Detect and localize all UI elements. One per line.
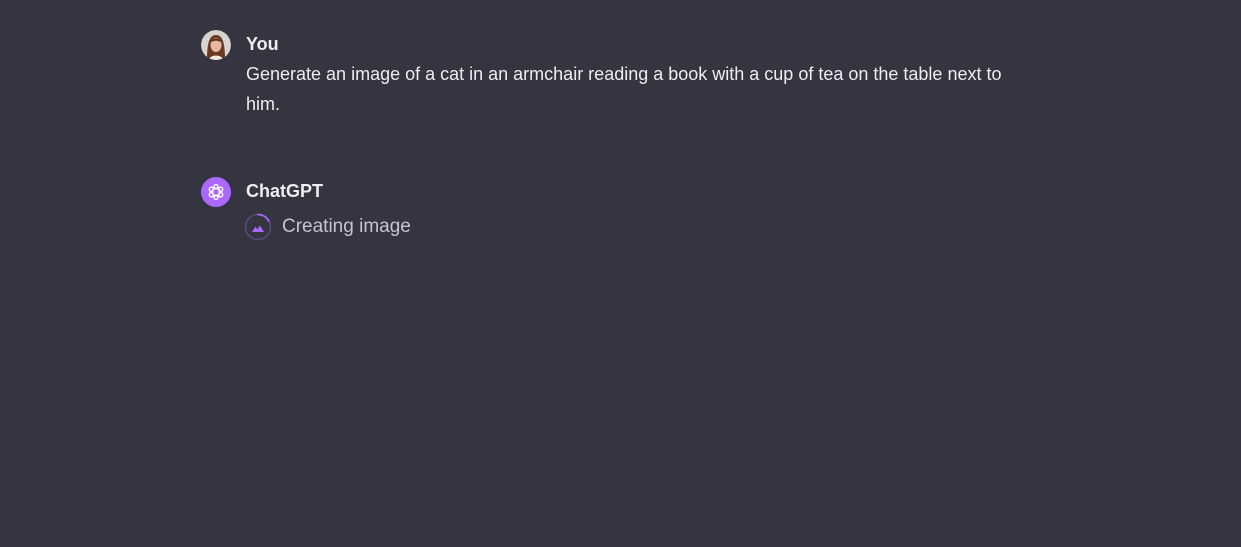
assistant-avatar <box>201 177 231 207</box>
user-avatar <box>201 30 231 60</box>
user-message-text: Generate an image of a cat in an armchai… <box>246 64 1002 114</box>
user-author-name: You <box>246 34 279 54</box>
image-generation-status: Creating image <box>244 213 1021 241</box>
user-message: You Generate an image of a cat in an arm… <box>201 30 1021 119</box>
status-text: Creating image <box>282 216 411 237</box>
openai-logo-icon <box>208 183 224 201</box>
chat-thread: You Generate an image of a cat in an arm… <box>201 30 1021 241</box>
assistant-message: ChatGPT Creating image <box>201 177 1021 241</box>
image-generating-spinner-icon <box>244 213 272 241</box>
assistant-author-name: ChatGPT <box>246 181 324 201</box>
user-photo-icon <box>201 30 231 60</box>
